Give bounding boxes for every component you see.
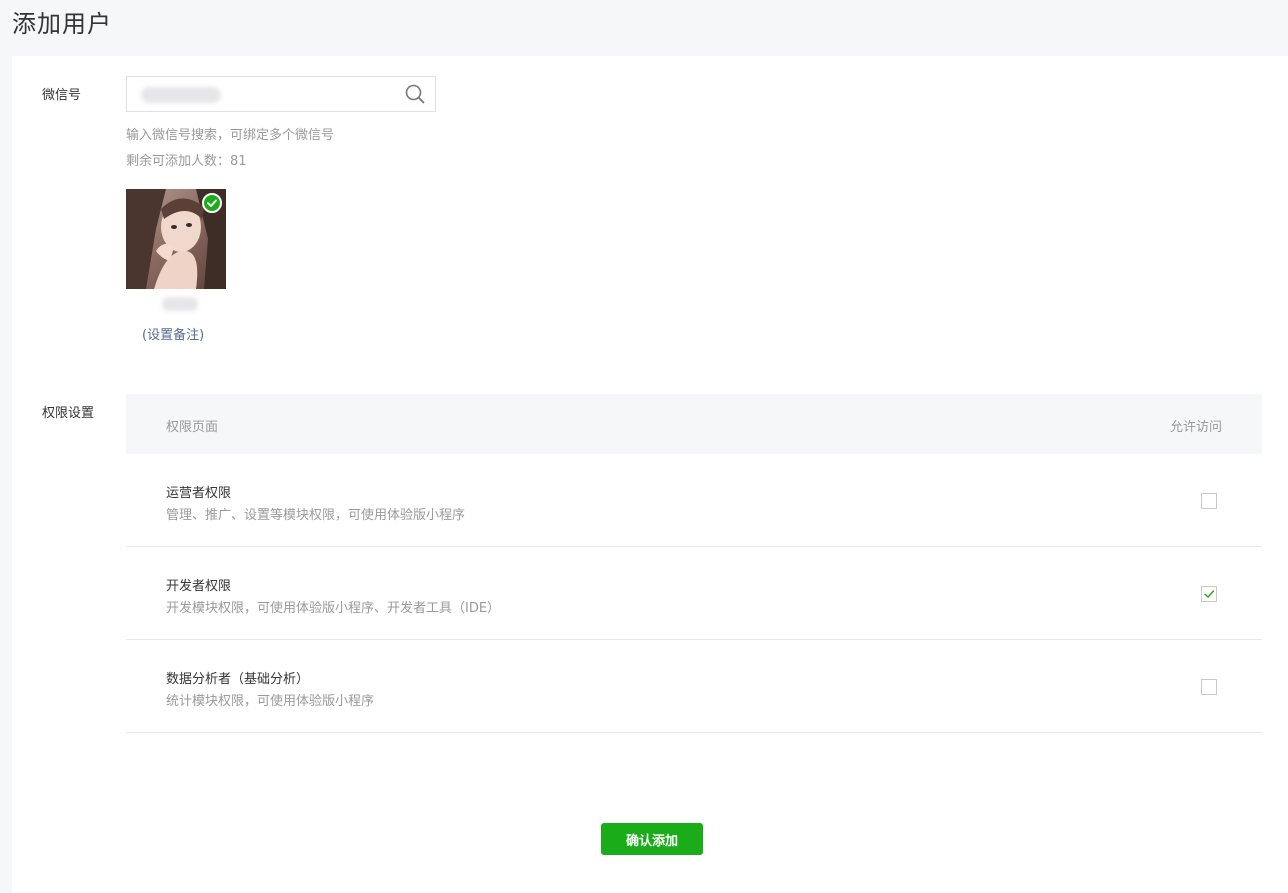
column-header-allow: 允许访问 bbox=[1169, 420, 1222, 435]
permission-row-operator: 运营者权限 管理、推广、设置等模块权限，可使用体验版小程序 bbox=[126, 454, 1262, 547]
operator-permission-checkbox[interactable] bbox=[1201, 493, 1217, 509]
wechat-search-box[interactable] bbox=[126, 76, 436, 112]
remaining-count: 剩余可添加人数：81 bbox=[126, 154, 247, 169]
permission-title: 开发者权限 bbox=[166, 579, 232, 594]
redacted-user-name bbox=[162, 297, 198, 311]
selected-check-icon bbox=[202, 193, 222, 213]
set-remark-link[interactable]: (设置备注) bbox=[142, 324, 204, 343]
permissions-label: 权限设置 bbox=[42, 406, 95, 421]
permission-row-developer: 开发者权限 开发模块权限，可使用体验版小程序、开发者工具（IDE） bbox=[126, 547, 1262, 640]
permissions-table: 权限页面 允许访问 运营者权限 管理、推广、设置等模块权限，可使用体验版小程序 … bbox=[126, 394, 1262, 733]
search-hint: 输入微信号搜索，可绑定多个微信号 bbox=[126, 128, 335, 143]
confirm-add-button[interactable]: 确认添加 bbox=[601, 823, 703, 855]
page-title: 添加用户 bbox=[12, 10, 112, 38]
permissions-table-header: 权限页面 允许访问 bbox=[126, 394, 1262, 454]
permission-title: 数据分析者（基础分析） bbox=[166, 672, 310, 687]
analyst-permission-checkbox[interactable] bbox=[1201, 679, 1217, 695]
column-header-page: 权限页面 bbox=[166, 420, 219, 435]
permission-description: 管理、推广、设置等模块权限，可使用体验版小程序 bbox=[166, 508, 466, 523]
permission-title: 运营者权限 bbox=[166, 486, 232, 501]
redacted-search-text bbox=[141, 87, 221, 103]
permission-description: 开发模块权限，可使用体验版小程序、开发者工具（IDE） bbox=[166, 601, 501, 616]
developer-permission-checkbox[interactable] bbox=[1201, 586, 1217, 602]
add-user-form: 微信号 输入微信号搜索，可绑定多个微信号 剩余可添加人数：81 (设置备注) 权… bbox=[12, 56, 1288, 893]
search-icon[interactable] bbox=[405, 84, 425, 104]
wechat-id-label: 微信号 bbox=[42, 88, 82, 103]
check-icon bbox=[1204, 590, 1215, 598]
permission-description: 统计模块权限，可使用体验版小程序 bbox=[166, 694, 375, 709]
permission-row-analyst: 数据分析者（基础分析） 统计模块权限，可使用体验版小程序 bbox=[126, 640, 1262, 733]
